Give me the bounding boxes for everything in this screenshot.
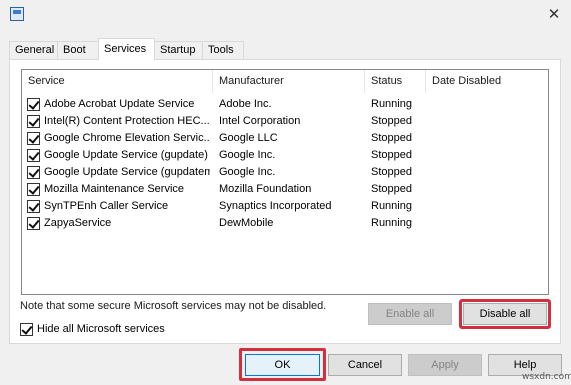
service-status: Stopped [371, 183, 412, 195]
service-manufacturer: Google LLC [219, 132, 278, 144]
service-status: Running [371, 98, 412, 110]
service-name: ZapyaService [44, 217, 112, 229]
watermark-text: wsxdn.com [522, 372, 571, 382]
list-header: Service Manufacturer Status Date Disable… [22, 70, 548, 93]
tab-tools[interactable]: Tools [202, 41, 244, 60]
service-checkbox[interactable] [27, 166, 40, 179]
hide-microsoft-services-checkbox[interactable] [20, 323, 33, 336]
service-status: Stopped [371, 132, 412, 144]
service-name: Google Chrome Elevation Servic... [44, 132, 210, 144]
service-name: Google Update Service (gupdate) [44, 149, 208, 161]
service-manufacturer: Google Inc. [219, 166, 276, 178]
column-header-date-disabled[interactable]: Date Disabled [426, 70, 547, 93]
service-row[interactable]: Mozilla Maintenance Service Mozilla Foun… [22, 181, 548, 198]
column-header-manufacturer[interactable]: Manufacturer [213, 70, 365, 93]
service-manufacturer: Adobe Inc. [219, 98, 272, 110]
service-row[interactable]: Google Update Service (gupdate) Google I… [22, 147, 548, 164]
service-manufacturer: Intel Corporation [219, 115, 301, 127]
service-status: Stopped [371, 166, 412, 178]
service-name: Adobe Acrobat Update Service [44, 98, 195, 110]
service-checkbox[interactable] [27, 200, 40, 213]
close-button[interactable]: ✕ [540, 2, 568, 26]
tab-boot[interactable]: Boot [57, 41, 99, 60]
service-manufacturer: Google Inc. [219, 149, 276, 161]
service-status: Stopped [371, 115, 412, 127]
ok-button[interactable]: OK [245, 354, 320, 376]
service-row[interactable]: ZapyaService DewMobile Running [22, 215, 548, 232]
service-name: Intel(R) Content Protection HEC... [44, 115, 210, 127]
service-name: Mozilla Maintenance Service [44, 183, 185, 195]
service-manufacturer: DewMobile [219, 217, 274, 229]
tab-startup[interactable]: Startup [154, 41, 203, 60]
service-manufacturer: Synaptics Incorporated [219, 200, 332, 212]
tab-general[interactable]: General [9, 41, 58, 60]
enable-all-button[interactable]: Enable all [368, 303, 452, 325]
tab-services[interactable]: Services [98, 38, 155, 60]
service-row[interactable]: Google Update Service (gupdatem) Google … [22, 164, 548, 181]
services-list[interactable]: Service Manufacturer Status Date Disable… [21, 69, 549, 295]
service-row[interactable]: Adobe Acrobat Update Service Adobe Inc. … [22, 96, 548, 113]
service-rows: Adobe Acrobat Update Service Adobe Inc. … [22, 96, 548, 232]
service-checkbox[interactable] [27, 183, 40, 196]
service-name: SynTPEnh Caller Service [44, 200, 169, 212]
secure-services-note: Note that some secure Microsoft services… [20, 300, 327, 312]
service-checkbox[interactable] [27, 115, 40, 128]
services-panel: Service Manufacturer Status Date Disable… [9, 59, 561, 344]
service-row[interactable]: Google Chrome Elevation Servic... Google… [22, 130, 548, 147]
service-status: Stopped [371, 149, 412, 161]
service-status: Running [371, 217, 412, 229]
disable-all-button[interactable]: Disable all [463, 303, 547, 325]
app-icon [10, 7, 24, 21]
service-checkbox[interactable] [27, 217, 40, 230]
service-checkbox[interactable] [27, 98, 40, 111]
column-header-status[interactable]: Status [365, 70, 426, 93]
service-checkbox[interactable] [27, 132, 40, 145]
column-header-service[interactable]: Service [22, 70, 213, 93]
service-row[interactable]: SynTPEnh Caller Service Synaptics Incorp… [22, 198, 548, 215]
cancel-button[interactable]: Cancel [328, 354, 402, 376]
service-row[interactable]: Intel(R) Content Protection HEC... Intel… [22, 113, 548, 130]
service-checkbox[interactable] [27, 149, 40, 162]
service-manufacturer: Mozilla Foundation [219, 183, 312, 195]
system-configuration-window: ✕ General Boot Services Startup Tools Se… [0, 0, 571, 385]
service-status: Running [371, 200, 412, 212]
apply-button[interactable]: Apply [408, 354, 482, 376]
hide-microsoft-services-label[interactable]: Hide all Microsoft services [37, 322, 165, 337]
service-name: Google Update Service (gupdatem) [44, 166, 210, 178]
